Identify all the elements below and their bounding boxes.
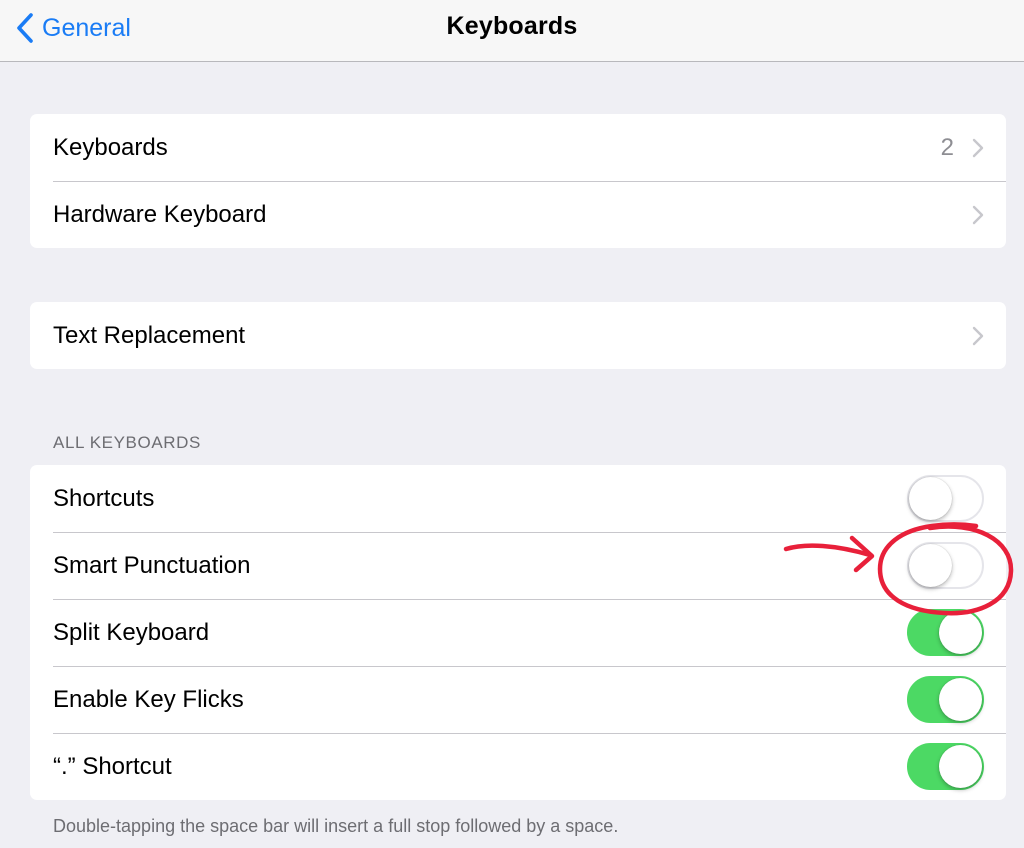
- row-text-replacement[interactable]: Text Replacement: [30, 302, 1006, 369]
- row-period-shortcut-label: “.” Shortcut: [53, 753, 172, 780]
- row-period-shortcut: “.” Shortcut: [30, 733, 1006, 800]
- toggle-knob: [909, 477, 952, 520]
- row-keyboards[interactable]: Keyboards 2: [30, 114, 1006, 181]
- row-hardware-keyboard[interactable]: Hardware Keyboard: [30, 181, 1006, 248]
- row-split-keyboard-label: Split Keyboard: [53, 619, 210, 646]
- row-enable-key-flicks: Enable Key Flicks: [30, 666, 1006, 733]
- all-keyboards-group: Shortcuts Smart Punctuation Split Keyboa…: [30, 465, 1006, 800]
- row-keyboards-label: Keyboards: [53, 134, 168, 161]
- row-smart-punctuation: Smart Punctuation: [30, 532, 1006, 599]
- row-shortcuts-label: Shortcuts: [53, 485, 155, 512]
- toggle-knob: [939, 678, 982, 721]
- period-shortcut-toggle[interactable]: [907, 743, 984, 790]
- row-hardware-keyboard-label: Hardware Keyboard: [53, 201, 267, 228]
- row-enable-key-flicks-label: Enable Key Flicks: [53, 686, 244, 713]
- section-header-all-keyboards: ALL KEYBOARDS: [53, 433, 201, 452]
- shortcuts-toggle[interactable]: [907, 475, 984, 522]
- text-replacement-group: Text Replacement: [30, 302, 1006, 369]
- toggle-knob: [909, 544, 952, 587]
- row-smart-punctuation-label: Smart Punctuation: [53, 552, 251, 579]
- smart-punctuation-toggle[interactable]: [907, 542, 984, 589]
- footer-note: Double-tapping the space bar will insert…: [53, 816, 619, 836]
- navigation-bar: General Keyboards: [0, 0, 1024, 62]
- chevron-right-icon: [972, 205, 984, 225]
- chevron-right-icon: [972, 138, 984, 158]
- row-text-replacement-label: Text Replacement: [53, 322, 246, 349]
- enable-key-flicks-toggle[interactable]: [907, 676, 984, 723]
- split-keyboard-toggle[interactable]: [907, 609, 984, 656]
- toggle-knob: [939, 745, 982, 788]
- toggle-knob: [939, 611, 982, 654]
- keyboards-count: 2: [940, 134, 954, 161]
- chevron-right-icon: [972, 326, 984, 346]
- row-split-keyboard: Split Keyboard: [30, 599, 1006, 666]
- keyboards-group: Keyboards 2 Hardware Keyboard: [30, 114, 1006, 248]
- page-title: Keyboards: [446, 12, 578, 40]
- row-shortcuts: Shortcuts: [30, 465, 1006, 532]
